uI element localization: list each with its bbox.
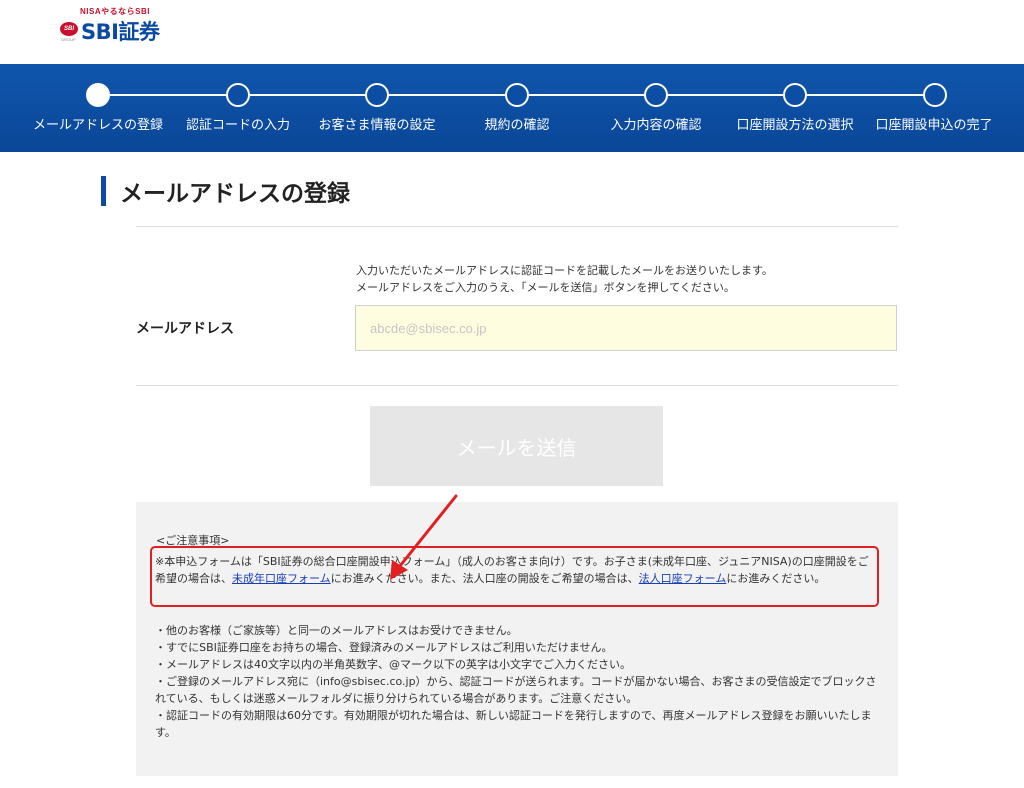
step-circle-5	[644, 83, 668, 107]
step-label-1: メールアドレスの登録	[32, 118, 164, 133]
step-label-5: 入力内容の確認	[610, 118, 702, 133]
email-label: メールアドレス	[136, 321, 234, 337]
title-accent-bar	[101, 176, 106, 206]
step-label-6: 口座開設方法の選択	[736, 118, 854, 133]
progress-stepper: メールアドレスの登録 認証コードの入力 お客さま情報の設定 規約の確認 入力内容…	[0, 64, 1024, 152]
logo-text: SBI証券	[81, 20, 160, 44]
send-email-button[interactable]: メールを送信	[370, 406, 663, 486]
step-circle-6	[783, 83, 807, 107]
logo-badge: SBI	[60, 22, 78, 36]
step-circle-2	[226, 83, 250, 107]
notes-box: <ご注意事項> ※本申込フォームは「SBI証券の総合口座開設申込フォーム」（成人…	[136, 502, 898, 776]
notes-item: ・ご登録のメールアドレス宛に（info@sbisec.co.jp）から、認証コー…	[155, 675, 877, 705]
notes-form-paragraph: ※本申込フォームは「SBI証券の総合口座開設申込フォーム」（成人のお客さま向け）…	[155, 553, 877, 587]
site-header: NISAやるならSBI SBI GROUP SBI証券	[0, 0, 1024, 64]
step-label-4: 規約の確認	[484, 118, 550, 133]
step-circle-7	[923, 83, 947, 107]
notes-item: ・他のお客様（ご家族等）と同一のメールアドレスはお受けできません。	[155, 624, 518, 637]
notes-item: ・認証コードの有効期限は60分です。有効期限が切れた場合は、新しい認証コードを発…	[155, 709, 872, 739]
divider-top	[136, 226, 898, 227]
step-circle-4	[505, 83, 529, 107]
instruction-line-2: メールアドレスをご入力のうえ、「メールを送信」ボタンを押してください。	[356, 281, 735, 294]
notes-para-part-3: にお進みください。	[726, 572, 826, 585]
minor-account-form-link[interactable]: 未成年口座フォーム	[232, 572, 331, 585]
step-label-7: 口座開設申込の完了	[875, 118, 993, 133]
step-circle-3	[365, 83, 389, 107]
divider-bottom	[136, 385, 898, 386]
notes-item: ・メールアドレスは40文字以内の半角英数字、@マーク以下の英字は小文字でご入力く…	[155, 658, 631, 671]
notes-item: ・すでにSBI証券口座をお持ちの場合、登録済みのメールアドレスはご利用いただけま…	[155, 641, 613, 654]
logo-sub: GROUP	[61, 37, 76, 42]
email-input[interactable]	[355, 305, 897, 351]
notes-para-part-2: にお進みください。また、法人口座の開設をご希望の場合は、	[330, 572, 639, 585]
sbi-logo[interactable]: NISAやるならSBI SBI GROUP SBI証券	[58, 6, 168, 46]
notes-list: ・他のお客様（ご家族等）と同一のメールアドレスはお受けできません。 ・すでにSB…	[155, 622, 877, 741]
instruction-line-1: 入力いただいたメールアドレスに認証コードを記載したメールをお送りいたします。	[356, 264, 773, 277]
step-circle-1	[86, 83, 110, 107]
step-label-3: お客さま情報の設定	[318, 118, 436, 133]
step-label-2: 認証コードの入力	[185, 118, 291, 133]
form-instructions: 入力いただいたメールアドレスに認証コードを記載したメールをお送りいたします。 メ…	[356, 262, 773, 296]
corporate-account-form-link[interactable]: 法人口座フォーム	[639, 572, 727, 585]
page-title: メールアドレスの登録	[120, 181, 350, 207]
